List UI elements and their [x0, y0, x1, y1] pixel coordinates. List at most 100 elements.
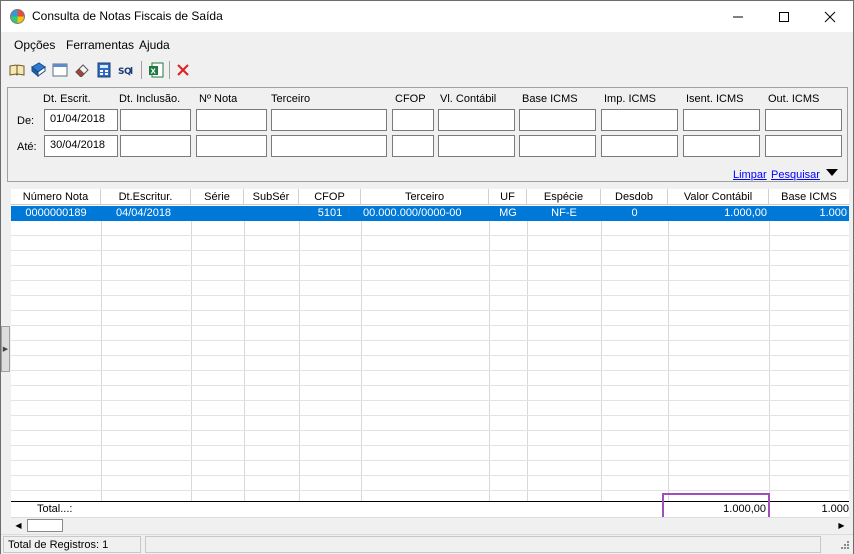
- status-pane-empty: [145, 536, 821, 553]
- from-imp-icms-input[interactable]: [601, 109, 678, 131]
- cell-numero-nota: 0000000189: [25, 207, 87, 219]
- horizontal-scrollbar[interactable]: ◀ ▶: [11, 517, 849, 532]
- menu-ajuda[interactable]: Ajuda: [139, 38, 170, 52]
- close-red-icon[interactable]: [174, 61, 192, 79]
- scroll-right-icon[interactable]: ▶: [834, 518, 849, 533]
- expand-filter-button[interactable]: [822, 164, 842, 180]
- empty-row: [11, 461, 849, 476]
- to-imp-icms-input[interactable]: [601, 135, 678, 157]
- scroll-thumb[interactable]: [27, 519, 63, 532]
- to-dt-escrit-input[interactable]: 30/04/2018: [44, 135, 118, 157]
- col-base-icms[interactable]: Base ICMS: [769, 189, 849, 205]
- highlight-box: [662, 493, 770, 517]
- from-dt-escrit-input[interactable]: 01/04/2018: [44, 109, 118, 131]
- filter-panel: Dt. Escrit. Dt. Inclusão. Nº Nota Tercei…: [7, 87, 848, 182]
- filter-header-imp-icms: Imp. ICMS: [604, 93, 656, 105]
- to-nota-input[interactable]: [196, 135, 267, 157]
- total-base-icms: 1.000: [821, 503, 849, 515]
- menu-opcoes[interactable]: Opções: [14, 38, 55, 52]
- clear-link[interactable]: Limpar: [733, 169, 767, 181]
- col-subser[interactable]: SubSér: [244, 189, 299, 205]
- to-isent-icms-input[interactable]: [683, 135, 760, 157]
- resize-grip-icon[interactable]: [839, 540, 850, 554]
- maximize-button[interactable]: [761, 1, 807, 32]
- search-link[interactable]: Pesquisar: [771, 169, 820, 181]
- close-icon: [824, 11, 836, 22]
- to-terceiro-input[interactable]: [271, 135, 387, 157]
- empty-row: [11, 296, 849, 311]
- cell-especie: NF-E: [551, 207, 577, 219]
- records-count: Total de Registros: 1: [3, 536, 141, 553]
- title-bar: Consulta de Notas Fiscais de Saída: [1, 1, 853, 32]
- filter-header-terceiro: Terceiro: [271, 93, 311, 105]
- chevron-down-icon: [826, 169, 838, 176]
- empty-row: [11, 251, 849, 266]
- col-valor-contabil[interactable]: Valor Contábil: [668, 189, 769, 205]
- results-grid: Número Nota Dt.Escritur. Série SubSér CF…: [11, 189, 849, 517]
- menu-ferramentas[interactable]: Ferramentas: [66, 38, 134, 52]
- calculator-icon[interactable]: [95, 61, 113, 79]
- svg-text:l: l: [130, 67, 133, 77]
- to-base-icms-input[interactable]: [519, 135, 596, 157]
- toolbar-separator: [141, 61, 142, 79]
- window-title: Consulta de Notas Fiscais de Saída: [32, 9, 223, 23]
- from-nota-input[interactable]: [196, 109, 267, 131]
- to-out-icms-input[interactable]: [765, 135, 842, 157]
- from-dt-inclusao-input[interactable]: [120, 109, 191, 131]
- sql-icon[interactable]: SQl: [117, 61, 135, 79]
- from-out-icms-input[interactable]: [765, 109, 842, 131]
- empty-row: [11, 236, 849, 251]
- cell-base-icms: 1.000: [819, 207, 847, 219]
- minimize-icon: [733, 16, 743, 17]
- scroll-left-icon[interactable]: ◀: [11, 518, 26, 533]
- cell-valor-contabil: 1.000,00: [724, 207, 767, 219]
- from-isent-icms-input[interactable]: [683, 109, 760, 131]
- to-vl-contabil-input[interactable]: [438, 135, 515, 157]
- col-numero-nota[interactable]: Número Nota: [11, 189, 101, 205]
- col-uf[interactable]: UF: [489, 189, 527, 205]
- eraser-icon[interactable]: [73, 61, 91, 79]
- to-dt-inclusao-input[interactable]: [120, 135, 191, 157]
- filter-header-dt-inclusao: Dt. Inclusão.: [119, 93, 181, 105]
- col-cfop[interactable]: CFOP: [299, 189, 361, 205]
- arrow-right-icon: ▶: [2, 346, 9, 353]
- to-cfop-input[interactable]: [392, 135, 434, 157]
- col-dt-escritur[interactable]: Dt.Escritur.: [101, 189, 191, 205]
- from-terceiro-input[interactable]: [271, 109, 387, 131]
- filter-header-base-icms: Base ICMS: [522, 93, 578, 105]
- col-terceiro[interactable]: Terceiro: [361, 189, 489, 205]
- close-button[interactable]: [807, 1, 853, 32]
- from-cfop-input[interactable]: [392, 109, 434, 131]
- cell-uf: MG: [499, 207, 517, 219]
- empty-row: [11, 326, 849, 341]
- cell-serie: [191, 206, 244, 221]
- from-base-icms-input[interactable]: [519, 109, 596, 131]
- main-window: Consulta de Notas Fiscais de Saída Opçõe…: [0, 0, 854, 554]
- cell-terceiro: 00.000.000/0000-00: [363, 207, 462, 219]
- book-blue-icon[interactable]: [29, 61, 47, 79]
- row-label-to: Até:: [17, 141, 37, 153]
- table-row[interactable]: 0000000189 04/04/2018 5101 00.000.000/00…: [11, 206, 849, 221]
- toolbar: SQl X: [5, 59, 845, 81]
- empty-row: [11, 221, 849, 236]
- side-panel-toggle[interactable]: ▶: [1, 326, 10, 372]
- filter-header-vl-contabil: Vl. Contábil: [440, 93, 497, 105]
- cell-dt-escritur: 04/04/2018: [116, 207, 172, 219]
- minimize-button[interactable]: [715, 1, 761, 32]
- excel-export-icon[interactable]: X: [147, 61, 165, 79]
- col-especie[interactable]: Espécie: [527, 189, 601, 205]
- empty-row: [11, 356, 849, 371]
- col-serie[interactable]: Série: [191, 189, 244, 205]
- open-book-icon[interactable]: [8, 61, 26, 79]
- empty-row: [11, 416, 849, 431]
- col-desdob[interactable]: Desdob: [601, 189, 668, 205]
- grid-body: 0000000189 04/04/2018 5101 00.000.000/00…: [11, 206, 849, 501]
- empty-row: [11, 266, 849, 281]
- toolbar-separator: [169, 61, 170, 79]
- filter-header-out-icms: Out. ICMS: [768, 93, 820, 105]
- menu-bar: Opções Ferramentas Ajuda: [1, 34, 853, 54]
- window-icon[interactable]: [51, 61, 69, 79]
- filter-header-dt-escrit: Dt. Escrit.: [43, 93, 91, 105]
- filter-header-cfop: CFOP: [395, 93, 426, 105]
- from-vl-contabil-input[interactable]: [438, 109, 515, 131]
